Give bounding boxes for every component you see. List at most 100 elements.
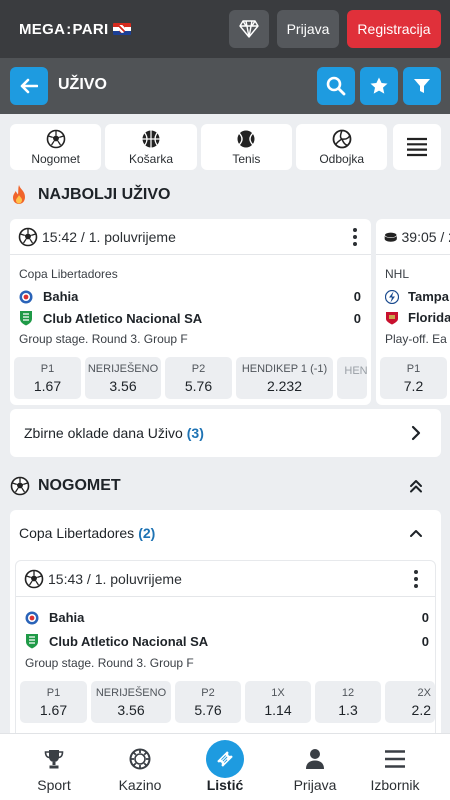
panther-crest-icon [386,311,398,324]
list-menu-icon [407,137,428,157]
odd-label: P1 [40,362,55,375]
nav-login-label: Prijava [293,777,337,793]
trophy-icon [44,750,64,769]
menu-icon [385,750,405,768]
odd-button[interactable]: P2 5.76 [165,357,232,399]
home-team: Bahia [43,289,79,304]
hockey-puck-icon [384,231,398,242]
chevron-right-icon [411,425,421,441]
sports-tabs: Nogomet Košarka Tenis Odbojka [10,124,442,170]
more-options-icon[interactable] [414,570,418,588]
league-group: Copa Libertadores (2) 15:43 / 1. poluvri… [10,510,441,740]
vip-diamond-button[interactable] [229,10,269,48]
diamond-icon [239,20,259,38]
collapse-all-icon[interactable] [409,479,423,493]
nav-casino[interactable]: Kazino [95,734,185,800]
star-icon [370,77,388,94]
odd-value: 2.232 [266,377,303,394]
league-name: NHL [385,267,410,281]
bahia-crest-icon [25,611,39,624]
football-icon [18,227,38,246]
match-stage: Play-off. Ea [385,332,447,346]
team-row-away: Club Atletico Nacional SA 0 [25,633,429,649]
odd-label: 1X [271,686,285,699]
home-team: Bahia [49,610,85,625]
favorites-button[interactable] [360,67,398,105]
nav-sport[interactable]: Sport [9,734,99,800]
fire-icon [13,185,25,204]
odd-value: 7.2 [403,377,424,394]
odd-button[interactable]: P1 1.67 [14,357,81,399]
match-stage: Group stage. Round 3. Group F [19,332,188,346]
top-bar: MEGA : PARI Prijava Registracija [0,0,450,58]
odd-button[interactable]: P2 5.76 [175,681,241,723]
odd-label: NERIJEŠENO [87,362,159,375]
odd-button[interactable]: 2X 2.2 [385,681,435,723]
tab-volleyball[interactable]: Odbojka [296,124,388,170]
away-score: 0 [353,310,361,326]
lightning-icon [385,289,399,304]
tennis-icon [237,130,255,148]
tab-basketball[interactable]: Košarka [105,124,197,170]
odd-label: P1 [406,362,421,375]
football-icon [10,476,30,496]
daily-accumulators-row[interactable]: Zbirne oklade dana Uživo (3) [10,409,441,457]
league-group-header[interactable]: Copa Libertadores (2) [10,510,441,556]
basketball-icon [142,130,160,148]
odd-button[interactable]: P1 1.67 [20,681,87,723]
nav-login[interactable]: Prijava [270,734,360,800]
nav-betslip-label[interactable]: Listić [195,777,255,793]
live-match-card[interactable]: 15:42 / 1. poluvrijeme Copa Libertadores… [10,219,371,405]
live-header: UŽIVO [0,58,450,114]
nav-menu[interactable]: Izbornik [350,734,440,800]
team-row-away: Club Atletico Nacional SA 0 [19,310,363,326]
nav-menu-label: Izbornik [370,777,420,793]
odd-button[interactable]: NERIJEŠENO 3.56 [85,357,161,399]
odd-button[interactable]: 1X 1.14 [245,681,311,723]
all-sports-menu-button[interactable] [393,124,442,170]
tab-tennis[interactable]: Tenis [200,124,293,170]
odd-value: 3.56 [109,377,137,394]
team-row-home: Tampa [385,289,449,304]
more-options-icon[interactable] [353,228,357,246]
card-header: 15:43 / 1. poluvrijeme [16,561,435,597]
home-score: 0 [353,289,361,304]
football-icon [24,569,44,588]
football-section-header[interactable]: NOGOMET [10,476,441,496]
match-stage: Group stage. Round 3. Group F [25,656,194,670]
filter-button[interactable] [403,67,441,105]
user-icon [306,749,324,769]
odd-label: HENDIKEP 1 (-1) [241,362,328,375]
nacional-crest-icon [26,634,38,649]
odd-label: 12 [341,686,355,699]
nav-betslip-button[interactable] [206,740,244,778]
login-button[interactable]: Prijava [277,10,339,48]
football-section-title: NOGOMET [38,477,121,494]
league-group-name: Copa Libertadores [19,525,135,541]
odd-button[interactable]: HENDIKEP 1 (-1) 2.232 [236,357,333,399]
tab-football-label: Nogomet [31,152,81,166]
filter-icon [414,79,430,93]
odd-value: 1.67 [39,701,68,718]
home-team: Tampa [408,289,449,304]
team-row-home: Bahia 0 [25,610,429,625]
odd-button[interactable]: 12 1.3 [315,681,381,723]
register-button[interactable]: Registracija [347,10,441,48]
croatia-flag-icon [113,23,132,35]
top-live-title-row: NAJBOLJI UŽIVO [10,184,170,205]
odd-value: 3.56 [117,701,145,718]
tab-football[interactable]: Nogomet [10,124,102,170]
back-button[interactable] [10,67,48,105]
odd-button[interactable]: NERIJEŠENO 3.56 [91,681,171,723]
match-card[interactable]: 15:43 / 1. poluvrijeme Bahia 0 Club Atle… [15,560,436,740]
odd-value: 1.67 [33,377,62,394]
odd-button[interactable]: HEN [337,357,367,399]
match-time: 15:43 / 1. poluvrijeme [48,570,182,587]
odd-label: P1 [46,686,61,699]
odd-button[interactable]: P1 7.2 [380,357,447,399]
logo-separator: : [66,20,72,38]
nacional-crest-icon [20,311,32,326]
brand-logo[interactable]: MEGA : PARI [19,20,132,38]
live-match-card[interactable]: 39:05 / 2 NHL Tampa Florida Play-off. Ea… [376,219,450,405]
search-button[interactable] [317,67,355,105]
